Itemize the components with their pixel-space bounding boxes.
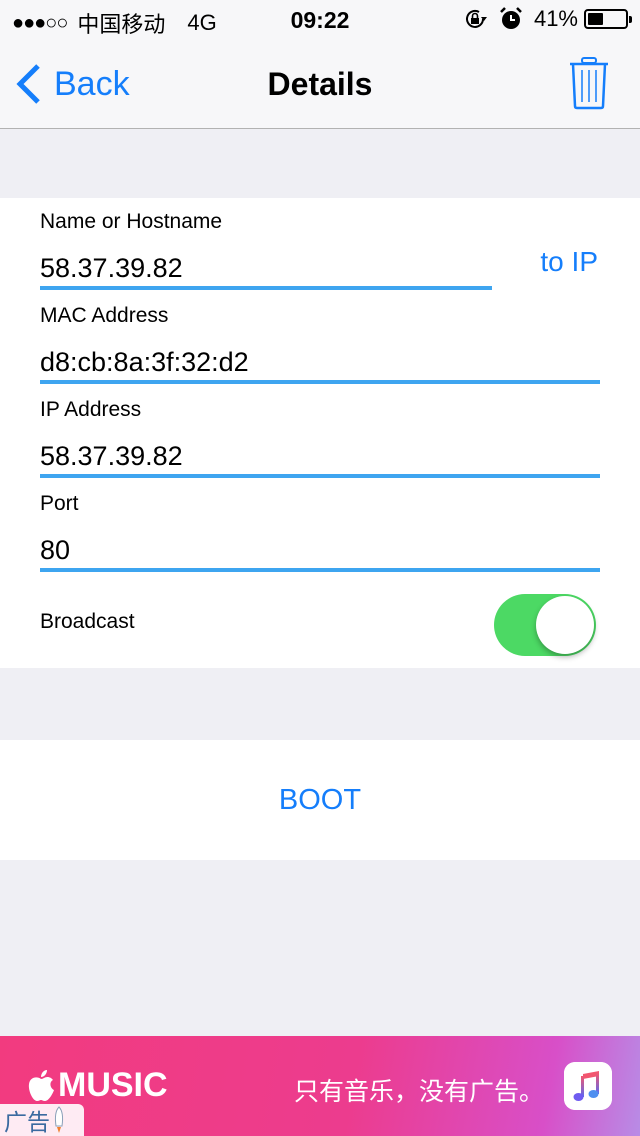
alarm-icon — [500, 7, 522, 29]
apple-logo-icon — [28, 1069, 54, 1101]
ad-brand-text: MUSIC — [58, 1066, 168, 1104]
broadcast-toggle[interactable] — [494, 594, 596, 656]
ad-slogan: 只有音乐，没有广告。 — [294, 1078, 545, 1106]
hostname-label: Name or Hostname — [40, 210, 223, 233]
ip-address-label: IP Address — [40, 398, 142, 421]
toggle-knob — [536, 596, 594, 654]
page-title: Details — [267, 66, 373, 102]
rocket-icon — [54, 1106, 64, 1133]
mac-address-input[interactable] — [40, 344, 600, 384]
battery-percent: 41% — [533, 6, 578, 31]
to-ip-button[interactable]: to IP — [540, 246, 598, 278]
ip-address-input[interactable] — [40, 438, 600, 478]
mac-address-label: MAC Address — [40, 304, 169, 327]
boot-button[interactable]: BOOT — [0, 740, 640, 860]
status-bar: ●●●○○ 中国移动 4G 09:22 41% — [0, 0, 640, 40]
rotation-lock-icon — [465, 9, 487, 28]
broadcast-label: Broadcast — [40, 610, 135, 633]
music-app-icon — [564, 1062, 612, 1110]
port-label: Port — [40, 492, 79, 515]
hostname-input[interactable] — [40, 250, 492, 290]
ad-brand: MUSIC — [26, 1066, 168, 1105]
navigation-bar: Back Details — [0, 40, 640, 129]
ad-banner[interactable]: MUSIC 只有音乐，没有广告。 广告 — [0, 1036, 640, 1136]
port-input[interactable] — [40, 532, 600, 572]
status-right: 41% — [462, 6, 632, 32]
battery-level — [588, 13, 603, 25]
ad-tag: 广告 — [0, 1104, 84, 1136]
ad-tag-label: 广告 — [4, 1109, 50, 1135]
trash-icon[interactable] — [568, 56, 610, 110]
boot-section: BOOT — [0, 740, 640, 860]
battery-icon — [584, 9, 632, 29]
host-details-form: Name or Hostname to IP MAC Address IP Ad… — [0, 198, 640, 668]
